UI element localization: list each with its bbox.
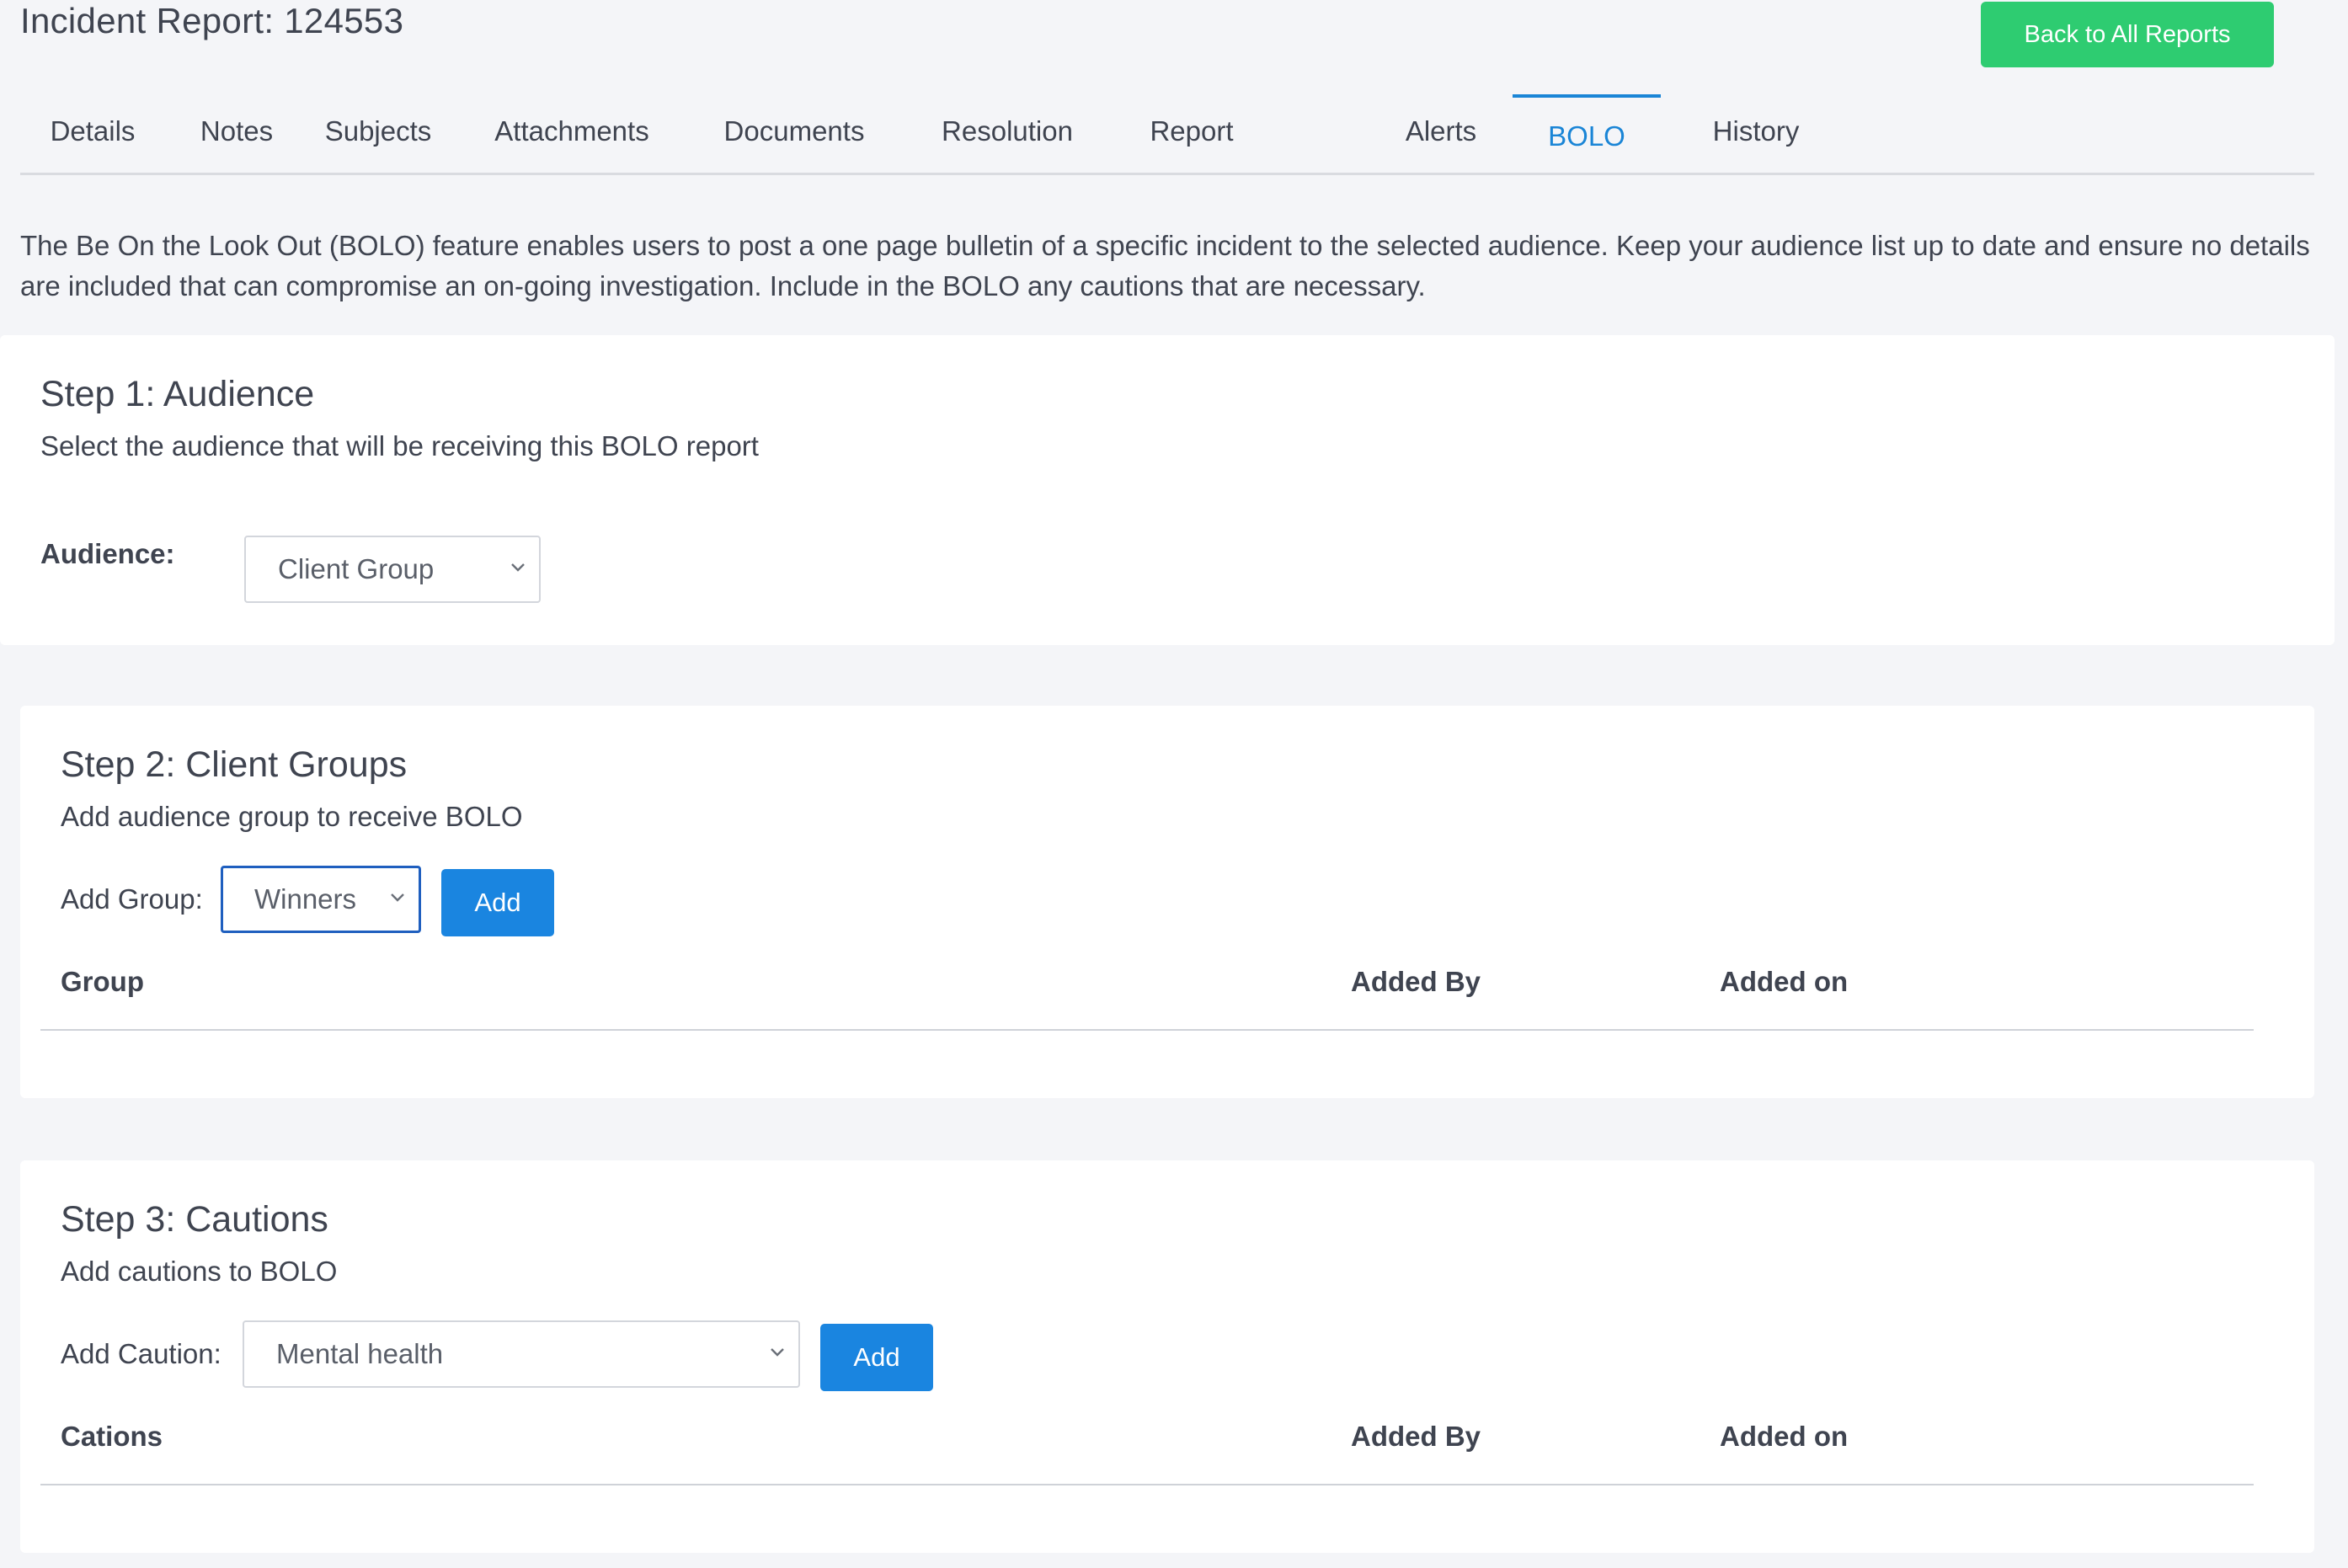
caution-select-value: Mental health [276,1338,444,1369]
audience-label: Audience: [40,538,175,569]
chevron-down-icon [771,1348,784,1357]
step2-subtitle: Add audience group to receive BOLO [61,801,523,832]
tab-report[interactable]: Report [1120,94,1263,173]
add-group-label: Add Group: [61,883,203,915]
tab-attachments[interactable]: Attachments [465,94,679,173]
step3-cautions-card: Step 3: Cautions Add cautions to BOLO Ad… [20,1160,2314,1553]
column-header-group: Group [61,966,144,997]
tab-notes[interactable]: Notes [180,94,293,173]
step2-client-groups-card: Step 2: Client Groups Add audience group… [20,706,2314,1098]
step3-subtitle: Add cautions to BOLO [61,1256,338,1287]
step1-title: Step 1: Audience [40,374,315,414]
column-header-added-by: Added By [1351,966,1481,997]
page-title: Incident Report: 124553 [20,1,404,40]
add-caution-button[interactable]: Add [820,1324,933,1391]
step3-title: Step 3: Cautions [61,1199,328,1240]
chevron-down-icon [511,563,525,572]
table-divider [40,1484,2254,1485]
column-header-added-on: Added on [1720,966,1849,997]
group-select[interactable]: Winners [221,866,421,933]
tab-documents[interactable]: Documents [694,94,894,173]
tab-history[interactable]: History [1679,94,1833,173]
table-divider [40,1029,2254,1031]
add-caution-label: Add Caution: [61,1338,221,1369]
column-header-cautions: Cations [61,1421,163,1452]
tab-subjects[interactable]: Subjects [305,94,451,173]
add-group-button[interactable]: Add [441,869,554,936]
step2-title: Step 2: Client Groups [61,744,408,785]
tab-bar: Details Notes Subjects Attachments Docum… [20,94,2314,175]
tab-bolo[interactable]: BOLO [1513,94,1661,173]
column-header-added-on: Added on [1720,1421,1849,1452]
caution-select[interactable]: Mental health [243,1320,800,1388]
audience-select-value: Client Group [278,553,435,584]
tab-resolution[interactable]: Resolution [913,94,1102,173]
group-select-value: Winners [254,883,357,915]
step1-audience-card: Step 1: Audience Select the audience tha… [0,335,2335,645]
tab-details[interactable]: Details [20,94,165,173]
back-to-all-reports-button[interactable]: Back to All Reports [1981,2,2274,67]
chevron-down-icon [391,893,404,902]
step1-subtitle: Select the audience that will be receivi… [40,430,759,461]
column-header-added-by: Added By [1351,1421,1481,1452]
bolo-description: The Be On the Look Out (BOLO) feature en… [20,230,2310,301]
audience-select[interactable]: Client Group [244,536,541,603]
tab-alerts[interactable]: Alerts [1379,94,1502,173]
